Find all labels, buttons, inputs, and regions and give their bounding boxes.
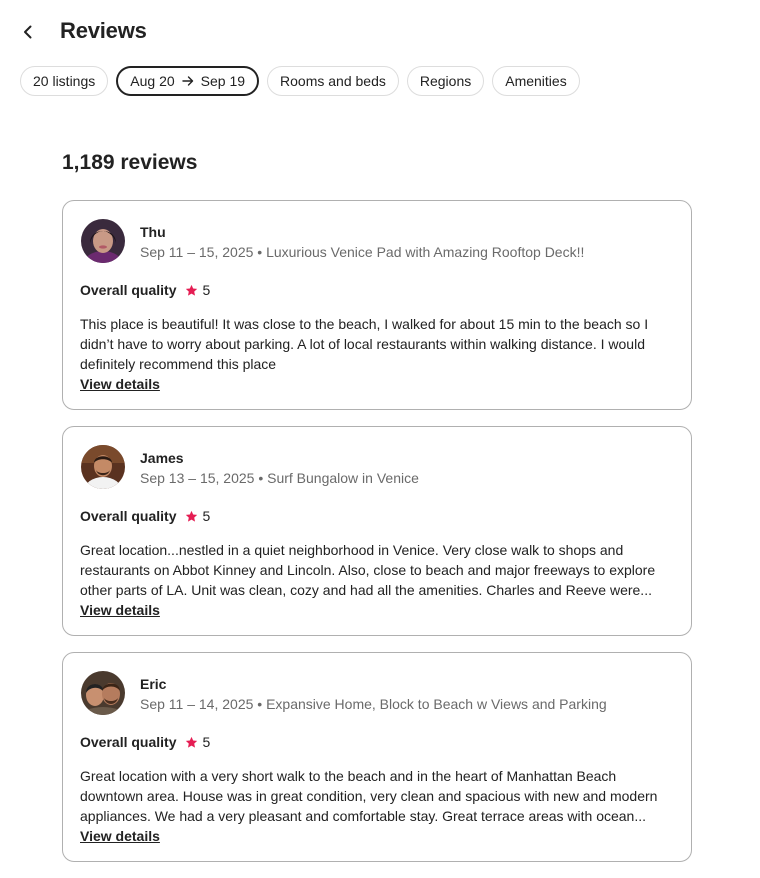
rating-label: Overall quality xyxy=(80,508,177,524)
review-card: Thu Sep 11 – 15, 2025 • Luxurious Venice… xyxy=(62,200,692,410)
stay-details: Sep 11 – 14, 2025 • Expansive Home, Bloc… xyxy=(140,696,607,712)
rating-label: Overall quality xyxy=(80,282,177,298)
arrow-right-icon xyxy=(181,75,194,87)
star-icon xyxy=(185,284,198,297)
view-details-link[interactable]: View details xyxy=(80,826,160,846)
review-list: Thu Sep 11 – 15, 2025 • Luxurious Venice… xyxy=(62,200,692,878)
filter-regions-label: Regions xyxy=(419,73,472,89)
review-text: This place is beautiful! It was close to… xyxy=(80,316,649,372)
rating-row: Overall quality 5 xyxy=(80,507,210,525)
date-from-label: Aug 20 xyxy=(130,73,175,89)
filter-rooms-chip[interactable]: Rooms and beds xyxy=(267,66,399,96)
page-header: Reviews xyxy=(0,0,760,60)
filter-listings-chip[interactable]: 20 listings xyxy=(20,66,109,96)
filter-amenities-chip[interactable]: Amenities xyxy=(492,66,580,96)
view-details-link[interactable]: View details xyxy=(80,374,160,394)
view-details-link[interactable]: View details xyxy=(80,600,160,620)
filter-dates-chip[interactable]: Aug 20 Sep 19 xyxy=(116,66,260,96)
reviewer-name: James xyxy=(140,450,184,466)
review-count: 1,189 reviews xyxy=(62,151,198,174)
filter-amenities-label: Amenities xyxy=(505,73,567,89)
filter-rooms-label: Rooms and beds xyxy=(280,73,386,89)
chevron-left-icon xyxy=(24,25,32,39)
avatar[interactable] xyxy=(81,219,125,263)
star-icon xyxy=(185,736,198,749)
review-text: Great location with a very short walk to… xyxy=(80,768,658,824)
stay-details: Sep 13 – 15, 2025 • Surf Bungalow in Ven… xyxy=(140,470,419,486)
date-to-label: Sep 19 xyxy=(200,73,246,89)
reviewer-name: Thu xyxy=(140,224,166,240)
rating-value: 5 xyxy=(202,508,211,524)
stay-details: Sep 11 – 15, 2025 • Luxurious Venice Pad… xyxy=(140,244,585,260)
reviewer-name: Eric xyxy=(140,676,167,692)
review-card: Eric Sep 11 – 14, 2025 • Expansive Home,… xyxy=(62,652,692,862)
avatar[interactable] xyxy=(81,445,125,489)
back-button[interactable] xyxy=(14,18,42,46)
filter-regions-chip[interactable]: Regions xyxy=(406,66,485,96)
rating-value: 5 xyxy=(202,282,211,298)
rating-row: Overall quality 5 xyxy=(80,281,210,299)
filter-listings-label: 20 listings xyxy=(33,73,96,89)
review-card: James Sep 13 – 15, 2025 • Surf Bungalow … xyxy=(62,426,692,636)
rating-value: 5 xyxy=(202,734,211,750)
page-title: Reviews xyxy=(60,18,147,43)
avatar[interactable] xyxy=(81,671,125,715)
review-text: Great location...nestled in a quiet neig… xyxy=(80,542,656,598)
star-icon xyxy=(185,510,198,523)
rating-row: Overall quality 5 xyxy=(80,733,210,751)
rating-label: Overall quality xyxy=(80,734,177,750)
filter-bar: 20 listings Aug 20 Sep 19 Rooms and beds… xyxy=(20,66,580,96)
